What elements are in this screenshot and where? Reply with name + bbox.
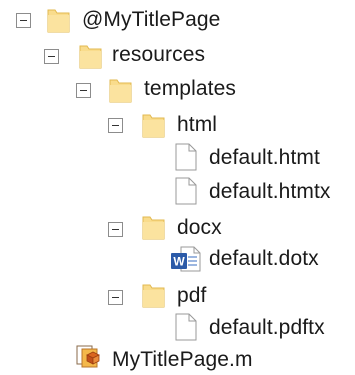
node-label: docx [177,216,222,239]
file-icon [175,313,197,341]
collapse-toggle-icon[interactable] [76,83,91,98]
folder-icon [142,216,165,240]
file-icon [175,177,197,205]
svg-text:W: W [173,255,185,269]
file-tree: @MyTitlePage resources templates html de… [0,0,355,374]
node-label: MyTitlePage.m [112,348,253,371]
folder-icon [142,284,165,308]
collapse-toggle-icon[interactable] [16,13,31,28]
node-label: @MyTitlePage [82,8,221,31]
file-icon [175,143,197,171]
node-label: default.dotx [209,247,319,270]
tree-node-default-dotx[interactable]: default.dotx [209,244,319,274]
tree-node-default-htmtx[interactable]: default.htmtx [209,177,331,207]
tree-node-html[interactable]: html [177,110,217,140]
tree-node-resources[interactable]: resources [112,40,205,70]
tree-node-default-htmt[interactable]: default.htmt [209,143,320,173]
collapse-toggle-icon[interactable] [44,49,59,64]
node-label: resources [112,43,206,66]
folder-icon [109,79,132,103]
tree-node-mytitlepage-m[interactable]: MyTitlePage.m [112,345,253,375]
collapse-toggle-icon[interactable] [108,222,123,237]
tree-node-templates[interactable]: templates [144,74,236,104]
folder-icon [47,9,70,33]
node-label: default.htmt [209,146,320,169]
collapse-toggle-icon[interactable] [108,118,123,133]
matlab-class-icon [76,345,100,368]
tree-node-docx[interactable]: docx [177,213,222,243]
word-document-icon: W [171,246,201,272]
node-label: html [177,113,218,136]
tree-node-default-pdftx[interactable]: default.pdftx [209,313,325,343]
collapse-toggle-icon[interactable] [108,290,123,305]
node-label: default.htmtx [209,180,331,203]
folder-icon [142,114,165,138]
node-label: templates [144,77,236,100]
node-label: pdf [177,284,207,307]
node-label: default.pdftx [209,316,325,339]
tree-node-pdf[interactable]: pdf [177,281,207,311]
folder-icon [79,45,102,69]
tree-node-mytitlepage[interactable]: @MyTitlePage [82,5,220,35]
